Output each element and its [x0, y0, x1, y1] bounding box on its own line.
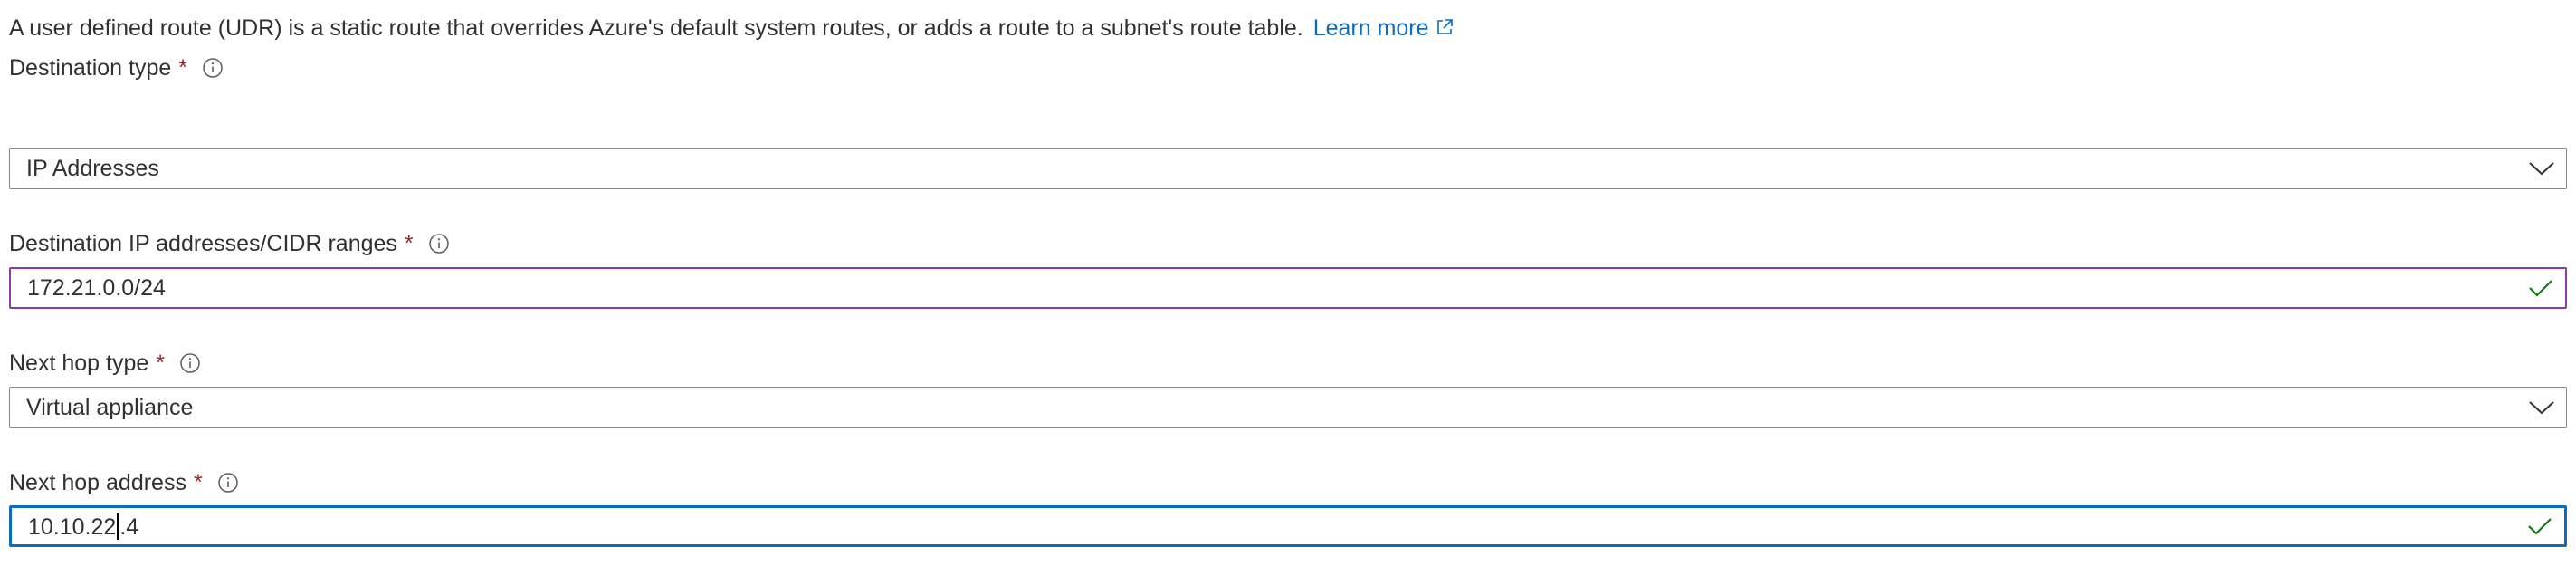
value-before-caret: 10.10.22	[28, 514, 117, 540]
info-icon[interactable]	[217, 472, 239, 494]
info-icon[interactable]	[179, 352, 201, 374]
destination-ranges-value: 172.21.0.0/24	[27, 274, 166, 301]
destination-ranges-label-text: Destination IP addresses/CIDR ranges	[9, 231, 397, 256]
checkmark-icon	[2525, 273, 2556, 303]
value-after-caret: .4	[119, 514, 139, 540]
required-marker: *	[178, 55, 188, 81]
next-hop-address-value: 10.10.22.4	[12, 512, 2524, 541]
info-icon[interactable]	[428, 233, 450, 254]
chevron-down-icon	[2526, 392, 2557, 423]
learn-more-link[interactable]: Learn more	[1313, 15, 1455, 41]
destination-type-label-text: Destination type	[9, 55, 172, 81]
destination-ranges-label: Destination IP addresses/CIDR ranges *	[9, 228, 450, 259]
next-hop-type-dropdown[interactable]: Virtual appliance	[9, 387, 2567, 428]
learn-more-label: Learn more	[1312, 15, 1429, 41]
chevron-down-icon	[2526, 153, 2557, 184]
info-icon[interactable]	[202, 57, 224, 79]
next-hop-address-label: Next hop address *	[9, 467, 239, 498]
destination-type-value: IP Addresses	[26, 155, 159, 181]
next-hop-type-label: Next hop type *	[9, 348, 201, 379]
intro-text: A user defined route (UDR) is a static r…	[9, 15, 1303, 41]
destination-type-label: Destination type *	[9, 53, 224, 83]
external-link-icon	[1436, 19, 1453, 34]
next-hop-address-input[interactable]: 10.10.22.4	[9, 505, 2567, 547]
required-marker: *	[193, 470, 203, 495]
next-hop-type-value: Virtual appliance	[26, 394, 194, 420]
required-marker: *	[156, 350, 165, 376]
destination-type-dropdown[interactable]: IP Addresses	[9, 148, 2567, 189]
next-hop-type-label-text: Next hop type	[9, 350, 149, 376]
required-marker: *	[404, 231, 414, 256]
checkmark-icon	[2524, 511, 2555, 542]
intro-description: A user defined route (UDR) is a static r…	[9, 13, 1455, 43]
next-hop-address-label-text: Next hop address	[9, 470, 186, 495]
destination-ranges-input[interactable]: 172.21.0.0/24	[9, 267, 2567, 309]
